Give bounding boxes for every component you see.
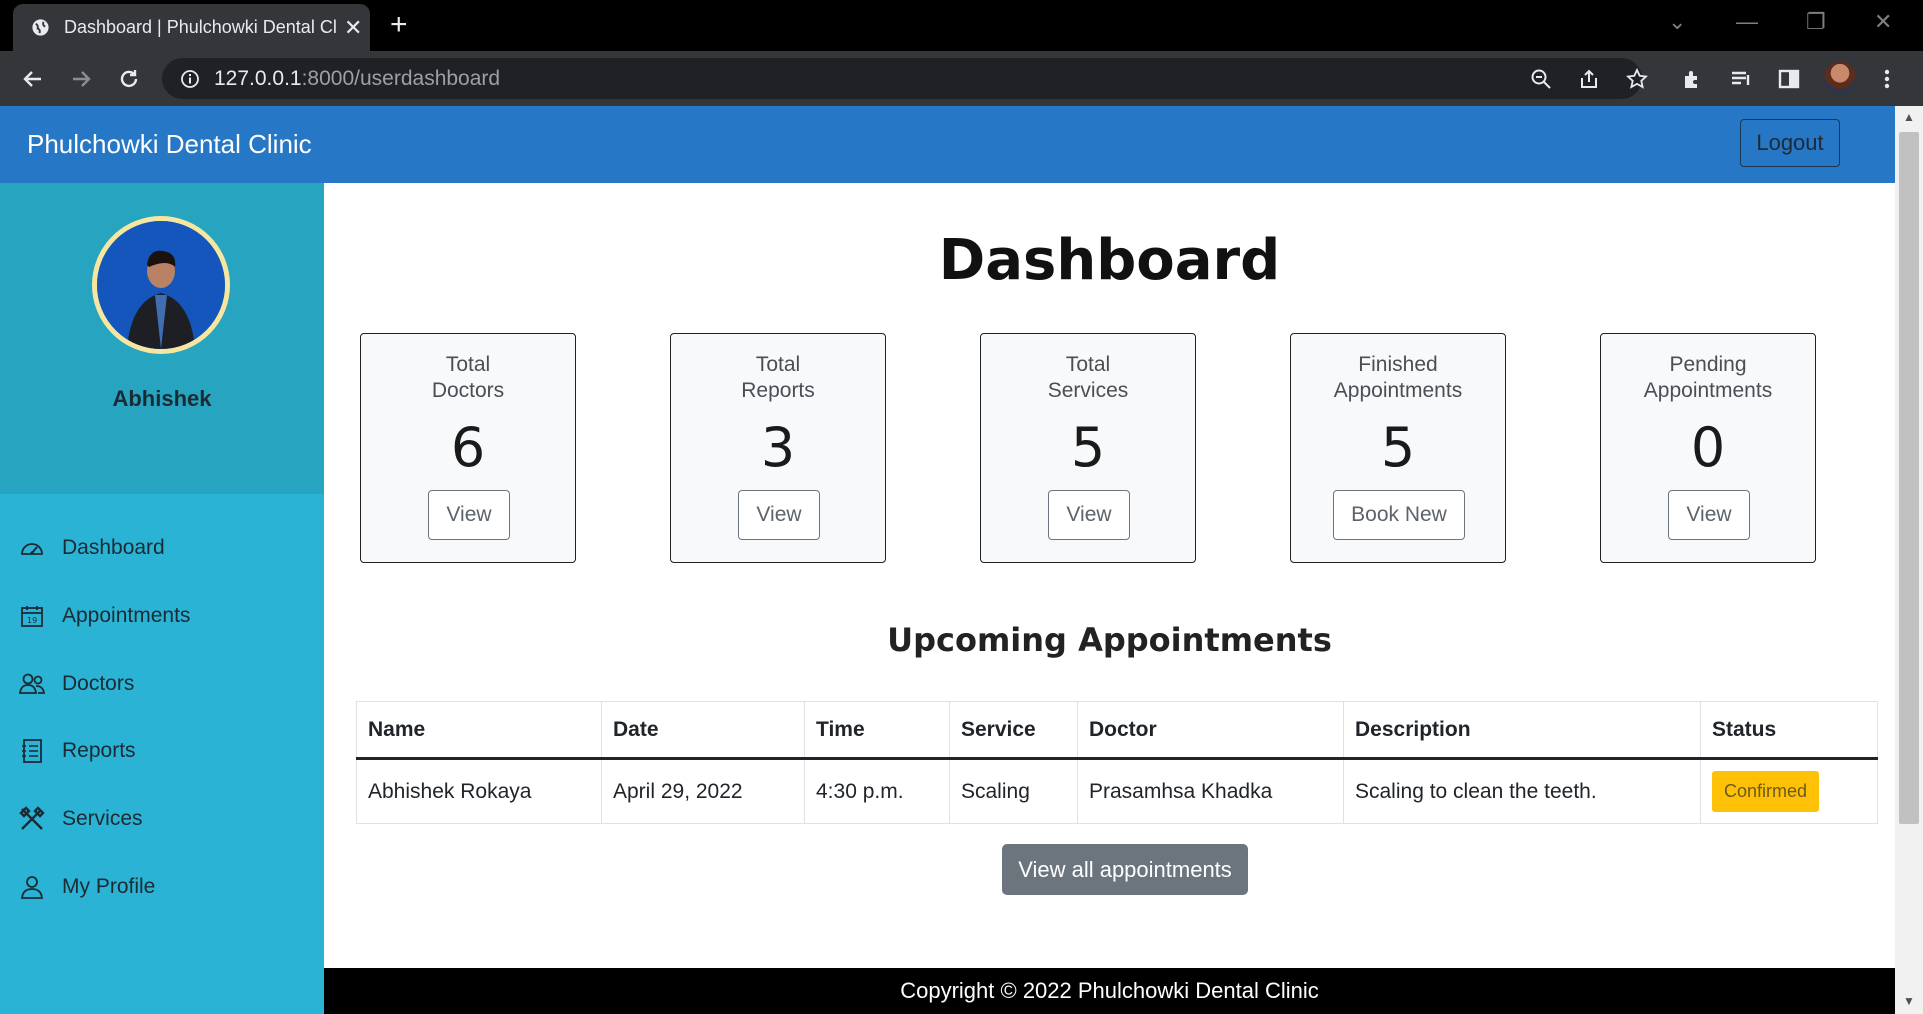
tab-title: Dashboard | Phulchowki Dental Clinic — [64, 17, 336, 37]
card-title: Total Services — [1047, 353, 1129, 402]
forward-icon[interactable] — [66, 64, 96, 94]
speedometer-icon — [18, 534, 46, 562]
browser-menu-icon[interactable] — [1874, 66, 1900, 92]
card-total-reports: Total Reports 3 View — [670, 333, 886, 563]
top-navbar: Phulchowki Dental Clinic Logout — [0, 106, 1895, 183]
browser-profile-avatar[interactable] — [1824, 62, 1856, 94]
view-services-button[interactable]: View — [1048, 490, 1130, 540]
scroll-thumb[interactable] — [1899, 132, 1919, 824]
view-pending-button[interactable]: View — [1668, 490, 1750, 540]
svg-text:19: 19 — [27, 616, 37, 625]
cell-description: Scaling to clean the teeth. — [1343, 758, 1701, 824]
cell-date: April 29, 2022 — [601, 758, 805, 824]
card-title: Total Doctors — [431, 353, 505, 402]
cell-doctor: Prasamhsa Khadka — [1077, 758, 1344, 824]
sidebar-item-dashboard[interactable]: Dashboard — [18, 528, 318, 568]
sidebar-item-reports[interactable]: Reports — [18, 731, 318, 771]
column-header: Name — [356, 701, 602, 760]
bookmark-star-icon[interactable] — [1626, 68, 1648, 90]
people-icon — [18, 670, 46, 698]
close-tab-icon[interactable]: ✕ — [344, 15, 362, 41]
url-text: 127.0.0.1:8000/userdashboard — [214, 66, 501, 90]
card-value: 3 — [760, 416, 796, 479]
cell-service: Scaling — [949, 758, 1078, 824]
browser-tab[interactable]: Dashboard | Phulchowki Dental Clinic ✕ — [13, 4, 370, 51]
card-finished-appointments: Finished Appointments 5 Book New — [1290, 333, 1506, 563]
cell-time: 4:30 p.m. — [804, 758, 950, 824]
tab-search-icon[interactable]: ⌄ — [1668, 9, 1686, 35]
card-title: Total Reports — [741, 353, 815, 402]
close-window-icon[interactable]: ✕ — [1874, 9, 1892, 35]
avatar — [92, 216, 230, 354]
zoom-icon[interactable] — [1530, 68, 1552, 90]
report-icon — [18, 737, 46, 765]
person-icon — [18, 873, 46, 901]
globe-icon — [32, 19, 49, 36]
sidebar-item-appointments[interactable]: 19 Appointments — [18, 596, 318, 636]
upcoming-appointments-title: Upcoming Appointments — [887, 621, 1332, 659]
table-header-row: Name Date Time Service Doctor Descriptio… — [356, 701, 1878, 760]
table-row: Abhishek Rokaya April 29, 2022 4:30 p.m.… — [356, 758, 1878, 824]
profile-panel: Abhishek — [0, 183, 324, 494]
url-bar[interactable]: 127.0.0.1:8000/userdashboard — [162, 58, 1648, 99]
card-value: 0 — [1690, 416, 1726, 479]
card-title: Finished Appointments — [1333, 353, 1463, 402]
username: Abhishek — [112, 386, 212, 411]
card-value: 6 — [450, 416, 486, 479]
calendar-icon: 19 — [18, 602, 46, 630]
column-header: Time — [804, 701, 950, 760]
site-info-icon[interactable] — [180, 69, 200, 89]
sidebar-item-services[interactable]: Services — [18, 799, 318, 839]
card-value: 5 — [1380, 416, 1416, 479]
footer: Copyright © 2022 Phulchowki Dental Clini… — [324, 968, 1895, 1014]
status-badge: Confirmed — [1712, 771, 1820, 812]
card-pending-appointments: Pending Appointments 0 View — [1600, 333, 1816, 563]
card-total-doctors: Total Doctors 6 View — [360, 333, 576, 563]
view-doctors-button[interactable]: View — [428, 490, 510, 540]
card-total-services: Total Services 5 View — [980, 333, 1196, 563]
sidebar-item-label: Services — [62, 807, 143, 830]
sidebar-item-my-profile[interactable]: My Profile — [18, 867, 318, 907]
appointments-table: Name Date Time Service Doctor Descriptio… — [356, 701, 1878, 824]
page-title: Dashboard — [938, 228, 1281, 293]
view-reports-button[interactable]: View — [738, 490, 820, 540]
view-all-appointments-button[interactable]: View all appointments — [1002, 844, 1248, 895]
card-title: Pending Appointments — [1643, 353, 1773, 402]
side-panel-icon[interactable] — [1776, 66, 1802, 92]
book-new-button[interactable]: Book New — [1333, 490, 1465, 540]
sidebar-item-label: Doctors — [62, 672, 135, 695]
media-control-icon[interactable] — [1728, 66, 1754, 92]
minimize-icon[interactable]: — — [1736, 9, 1758, 35]
browser-tab-bar: Dashboard | Phulchowki Dental Clinic ✕ +… — [0, 0, 1923, 51]
column-header: Date — [601, 701, 805, 760]
sidebar-item-label: Appointments — [62, 604, 191, 627]
sidebar-item-label: My Profile — [62, 875, 156, 898]
main-content: Dashboard Total Doctors 6 View Total Repor… — [324, 183, 1895, 968]
cell-name: Abhishek Rokaya — [356, 758, 602, 824]
card-value: 5 — [1070, 416, 1106, 479]
sidebar: Abhishek Dashboard 19 Appointments Docto… — [0, 183, 324, 1014]
logout-button[interactable]: Logout — [1740, 119, 1840, 167]
cell-status: Confirmed — [1700, 758, 1878, 824]
scroll-up-icon[interactable]: ▲ — [1903, 110, 1915, 124]
restore-icon[interactable]: ❐ — [1806, 9, 1826, 35]
share-icon[interactable] — [1578, 68, 1600, 90]
column-header: Status — [1700, 701, 1878, 760]
back-icon[interactable] — [18, 64, 48, 94]
new-tab-icon[interactable]: + — [390, 9, 408, 41]
column-header: Description — [1343, 701, 1701, 760]
scroll-down-icon[interactable]: ▼ — [1903, 994, 1915, 1008]
address-bar-row: 127.0.0.1:8000/userdashboard — [0, 51, 1923, 106]
extensions-icon[interactable] — [1680, 66, 1706, 92]
brand-name[interactable]: Phulchowki Dental Clinic — [27, 129, 312, 160]
tools-icon — [18, 805, 46, 833]
column-header: Service — [949, 701, 1078, 760]
sidebar-item-doctors[interactable]: Doctors — [18, 664, 318, 704]
sidebar-item-label: Dashboard — [62, 536, 165, 559]
sidebar-item-label: Reports — [62, 739, 136, 762]
scrollbar[interactable]: ▲ ▼ — [1895, 106, 1923, 1014]
reload-icon[interactable] — [114, 64, 144, 94]
column-header: Doctor — [1077, 701, 1344, 760]
